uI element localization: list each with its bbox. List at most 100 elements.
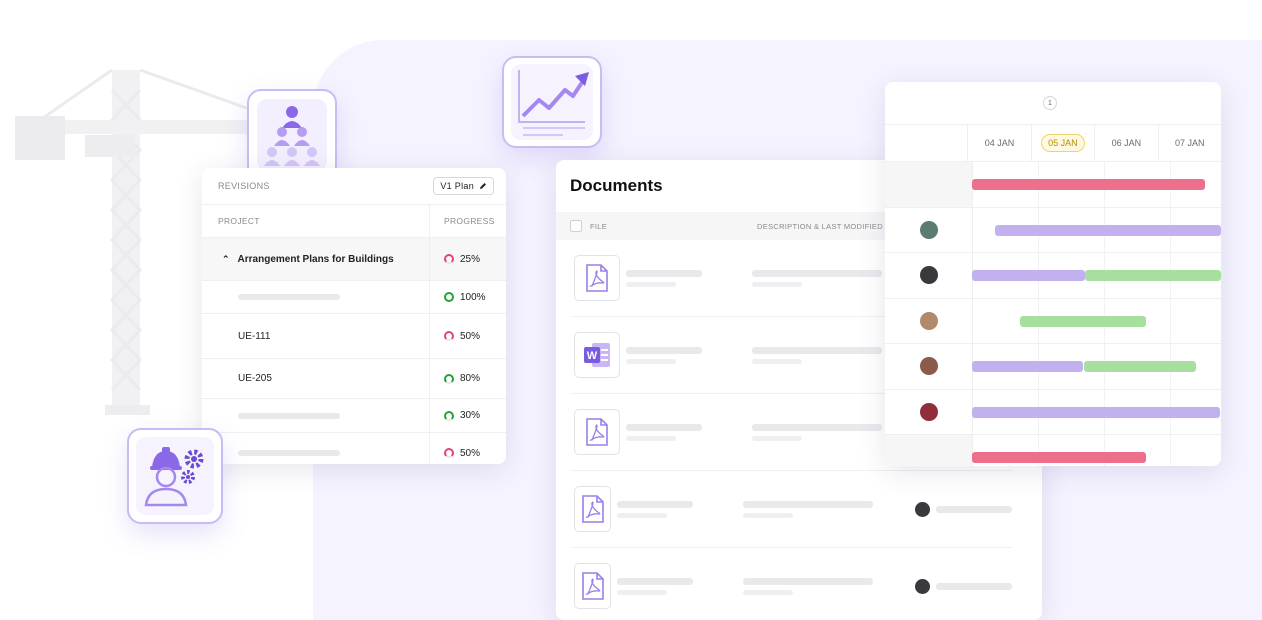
gantt-counter-badge: 1	[1043, 96, 1057, 110]
pdf-file-icon	[586, 264, 608, 292]
avatar[interactable]	[919, 402, 938, 421]
revision-project-name: UE-205	[238, 373, 272, 384]
word-file-icon: W	[584, 343, 610, 367]
gantt-date-header: 04 JAN 05 JAN 06 JAN 07 JAN	[885, 125, 1221, 162]
gantt-task-bar[interactable]	[995, 224, 1221, 236]
growth-chart-icon	[518, 70, 589, 136]
gantt-assignee-cell	[885, 435, 973, 466]
revision-row[interactable]: 100%	[202, 281, 506, 314]
file-name-placeholder	[617, 577, 693, 595]
revision-project-cell	[202, 281, 430, 313]
revision-row[interactable]: ⌃ Arrangement Plans for Buildings 25%	[202, 238, 506, 281]
today-date-pill: 05 JAN	[1041, 134, 1085, 152]
description-placeholder	[743, 577, 873, 595]
file-name-placeholder	[617, 500, 693, 518]
gantt-row[interactable]	[885, 389, 1221, 435]
gantt-assignee-cell	[885, 389, 973, 434]
date-column-04-jan[interactable]: 04 JAN	[968, 125, 1032, 161]
revisions-column-headers: PROJECT PROGRESS	[202, 205, 506, 238]
revision-project-cell	[202, 399, 430, 432]
pdf-document-thumb[interactable]	[574, 563, 611, 609]
revision-project-cell: UE-111	[202, 314, 430, 358]
gantt-row[interactable]	[885, 344, 1221, 390]
document-row[interactable]	[571, 548, 1012, 620]
placeholder-bar	[238, 450, 340, 456]
column-header-file: FILE	[590, 221, 608, 231]
progress-ring-icon	[444, 410, 454, 421]
revision-row[interactable]: 30%	[202, 399, 506, 433]
description-placeholder	[752, 423, 882, 441]
pdf-file-icon	[581, 572, 604, 600]
gantt-assignee-cell	[885, 162, 973, 207]
collapse-caret-icon[interactable]: ⌃	[222, 254, 230, 265]
revision-progress-cell: 50%	[430, 314, 506, 358]
gantt-task-bar[interactable]	[1084, 361, 1196, 372]
gantt-toolbar: 1	[885, 82, 1221, 125]
avatar[interactable]	[919, 357, 938, 376]
revision-project-name: Arrangement Plans for Buildings	[237, 253, 394, 265]
pdf-document-thumb[interactable]	[574, 255, 620, 301]
placeholder-bar	[238, 412, 340, 419]
select-all-checkbox[interactable]	[570, 220, 582, 232]
gantt-task-bar[interactable]	[972, 452, 1146, 463]
revision-row[interactable]: UE-205 80%	[202, 359, 506, 399]
progress-ring-icon	[444, 448, 454, 458]
revisions-header: REVISIONS V1 Plan	[202, 168, 506, 205]
gantt-task-bar[interactable]	[1020, 315, 1146, 327]
progress-ring-icon	[444, 373, 454, 384]
date-column-06-jan[interactable]: 06 JAN	[1095, 125, 1159, 161]
gantt-row[interactable]	[885, 435, 1221, 466]
revision-project-cell: UE-205	[202, 359, 430, 398]
progress-ring-icon	[444, 292, 454, 302]
revision-project-cell: ⌃ Arrangement Plans for Buildings	[202, 238, 430, 280]
svg-text:W: W	[587, 350, 598, 362]
file-name-placeholder	[626, 269, 702, 287]
column-header-project: PROJECT	[202, 205, 430, 237]
revisions-label: REVISIONS	[218, 181, 270, 191]
revision-progress-cell: 30%	[430, 399, 506, 432]
growth-icon-tile	[502, 56, 602, 148]
description-placeholder	[752, 269, 882, 287]
progress-value: 50%	[460, 330, 481, 342]
gantt-task-bar[interactable]	[1085, 270, 1221, 281]
engineer-gears-icon	[144, 447, 204, 507]
gantt-task-bar[interactable]	[972, 361, 1083, 372]
gantt-task-bar[interactable]	[972, 406, 1220, 418]
gantt-corner-cell	[885, 125, 969, 161]
document-row[interactable]	[571, 471, 1012, 548]
gantt-row[interactable]	[885, 298, 1221, 344]
word-document-thumb[interactable]: W	[574, 332, 620, 378]
plan-selector-button[interactable]: V1 Plan	[433, 177, 494, 195]
revision-progress-cell: 50%	[430, 433, 506, 464]
progress-value: 50%	[460, 447, 481, 459]
pdf-file-icon	[586, 418, 608, 446]
revision-progress-cell: 25%	[430, 238, 506, 280]
revision-progress-cell: 100%	[430, 281, 506, 313]
avatar[interactable]	[919, 311, 938, 330]
column-header-description: DESCRIPTION & LAST MODIFIED	[757, 221, 883, 231]
progress-value: 25%	[460, 253, 481, 265]
gantt-assignee-cell	[885, 344, 973, 389]
revision-project-name: UE-111	[238, 330, 271, 342]
progress-ring-icon	[444, 331, 454, 341]
file-name-placeholder	[626, 423, 702, 441]
avatar[interactable]	[919, 220, 938, 239]
gantt-task-bar[interactable]	[972, 270, 1085, 281]
date-column-07-jan[interactable]: 07 JAN	[1159, 125, 1221, 161]
team-hierarchy-icon	[264, 105, 320, 166]
modified-by-user	[915, 501, 1012, 517]
revision-project-cell	[202, 433, 430, 464]
date-column-05-jan[interactable]: 05 JAN	[1032, 125, 1096, 161]
gantt-row[interactable]	[885, 207, 1221, 253]
pdf-document-thumb[interactable]	[574, 486, 611, 532]
gantt-row[interactable]	[885, 253, 1221, 299]
revision-row[interactable]: 50%	[202, 433, 506, 464]
pdf-document-thumb[interactable]	[574, 409, 620, 455]
avatar[interactable]	[919, 266, 938, 285]
gantt-row[interactable]	[885, 162, 1221, 208]
gantt-assignee-cell	[885, 207, 973, 252]
revision-row[interactable]: UE-111 50%	[202, 314, 506, 359]
column-header-progress: PROGRESS	[444, 216, 495, 226]
progress-value: 30%	[460, 410, 481, 421]
gantt-task-bar[interactable]	[972, 179, 1205, 190]
